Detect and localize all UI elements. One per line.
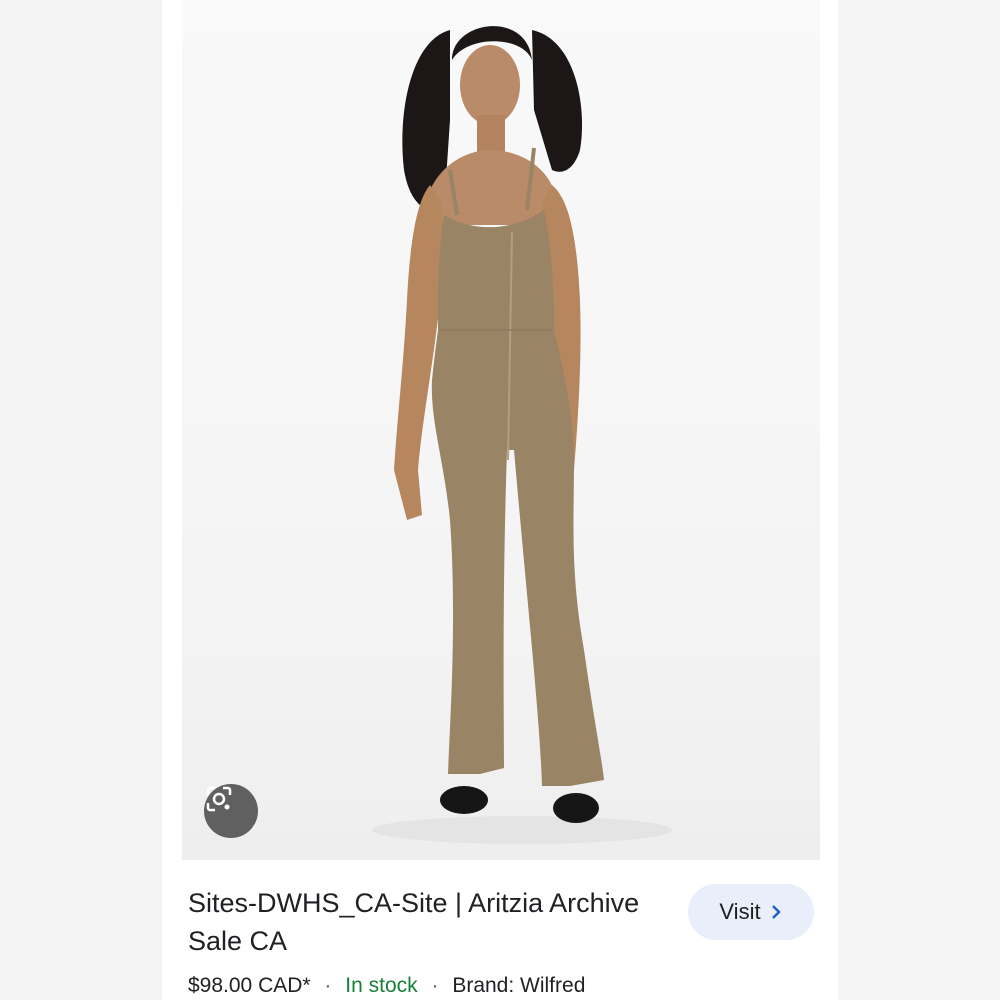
separator-dot: ·: [324, 974, 332, 997]
visit-button[interactable]: Visit: [688, 884, 814, 940]
stock-status: In stock: [345, 974, 418, 997]
brand-text: Brand: Wilfred: [452, 974, 586, 997]
right-background: [838, 0, 1000, 1000]
price-text: $98.00 CAD*: [188, 974, 311, 997]
result-meta: $98.00 CAD* · In stock · Brand: Wilfred: [188, 974, 585, 998]
result-card[interactable]: Sites-DWHS_CA-Site | Aritzia Archive Sal…: [162, 0, 838, 1000]
separator-dot: ·: [431, 974, 439, 997]
model-illustration: [372, 26, 672, 844]
product-image[interactable]: [182, 0, 820, 860]
lens-search-icon: [206, 786, 232, 812]
left-background: [0, 0, 162, 1000]
visit-button-label: Visit: [719, 899, 761, 924]
result-title[interactable]: Sites-DWHS_CA-Site | Aritzia Archive Sal…: [188, 884, 668, 960]
lens-search-button[interactable]: [204, 784, 258, 838]
chevron-right-icon: [771, 905, 781, 919]
result-info: Sites-DWHS_CA-Site | Aritzia Archive Sal…: [162, 860, 838, 1000]
